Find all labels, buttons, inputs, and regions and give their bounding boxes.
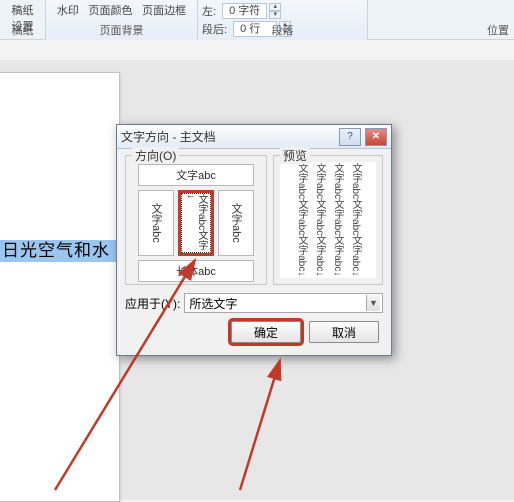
group-label: 位置 — [478, 22, 514, 40]
ribbon-group-page-background: 水印 页面颜色 页面边框 页面背景 — [46, 0, 198, 40]
close-icon: ✕ — [372, 131, 380, 142]
orientation-option-vertical-1[interactable]: 文字abc — [138, 190, 174, 256]
group-label: 页面背景 — [46, 22, 197, 40]
apply-to-row: 应用于(Y): 所选文字 ▼ — [125, 293, 383, 313]
apply-to-label: 应用于(Y): — [125, 295, 180, 312]
preview-box: 文字abc文字abc文字abc↓ 文字abc文字abc文字abc↓ 文字abc文… — [280, 162, 376, 278]
close-button[interactable]: ✕ — [365, 128, 387, 146]
value: 0 字符 — [222, 3, 267, 19]
group-label: 稿纸 — [0, 22, 45, 40]
ribbon: 稿纸 设置 稿纸 水印 页面颜色 页面边框 页面背景 左: 0 字符 ▴▾ 段后… — [0, 0, 514, 40]
group-label: 段落 — [198, 22, 367, 40]
dialog-body: 方向(O) 文字abc 文字abc 文字abc文字↓ 文字abc 长体abc 预… — [117, 149, 391, 355]
page-border-button[interactable]: 页面边框 — [142, 2, 186, 18]
page-color-button[interactable]: 页面颜色 — [88, 2, 132, 18]
combo-value: 所选文字 — [189, 295, 366, 312]
dialog-buttons: 确定 取消 — [125, 321, 383, 347]
preview-col: 文字abc文字abc文字abc↓ — [294, 163, 308, 276]
label: 稿纸 — [0, 2, 45, 18]
ribbon-group-draft: 稿纸 设置 稿纸 — [0, 0, 46, 40]
indent-left-label: 左: — [202, 3, 216, 19]
chevron-down-icon: ▼ — [366, 295, 380, 311]
orientation-label: 方向(O) — [132, 147, 179, 164]
option-preview: 文字abc文字↓ — [181, 193, 211, 253]
text-direction-dialog: 文字方向 - 主文档 ? ✕ 方向(O) 文字abc 文字abc 文字abc文字… — [116, 124, 392, 356]
indent-left-spinner[interactable]: 0 字符 ▴▾ — [220, 3, 281, 19]
orientation-group: 方向(O) 文字abc 文字abc 文字abc文字↓ 文字abc 长体abc — [125, 155, 267, 285]
orientation-option-horizontal[interactable]: 文字abc — [138, 164, 254, 186]
orientation-option-vertical-2-selected[interactable]: 文字abc文字↓ — [178, 190, 214, 256]
preview-col: 文字abc文字abc文字abc↓ — [330, 163, 344, 276]
preview-group: 预览 文字abc文字abc文字abc↓ 文字abc文字abc文字abc↓ 文字a… — [273, 155, 383, 285]
orientation-option-vertical-3[interactable]: 文字abc — [218, 190, 254, 256]
watermark-button[interactable]: 水印 — [57, 2, 79, 18]
preview-col: 文字abc文字abc文字abc↓ — [348, 163, 362, 276]
stepper-icon: ▴▾ — [269, 3, 281, 19]
ok-button[interactable]: 确定 — [231, 321, 301, 343]
preview-label: 预览 — [280, 147, 310, 164]
cancel-button[interactable]: 取消 — [309, 321, 379, 343]
help-button[interactable]: ? — [339, 128, 361, 146]
selected-text[interactable]: 日光空气和水 — [0, 240, 119, 262]
page — [0, 72, 120, 502]
dialog-title: 文字方向 - 主文档 — [121, 128, 335, 145]
orientation-option-bottom[interactable]: 长体abc — [138, 260, 254, 282]
preview-col: 文字abc文字abc文字abc↓ — [312, 163, 326, 276]
titlebar[interactable]: 文字方向 - 主文档 ? ✕ — [117, 125, 391, 149]
apply-to-combobox[interactable]: 所选文字 ▼ — [184, 293, 383, 313]
ribbon-group-paragraph: 左: 0 字符 ▴▾ 段后: 0 行 ▴▾ 段落 — [198, 0, 368, 40]
ribbon-group-position: 位置 — [478, 0, 514, 40]
